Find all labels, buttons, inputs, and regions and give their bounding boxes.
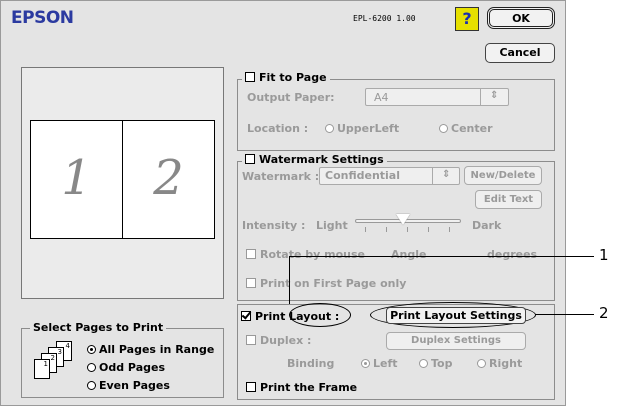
location-label: Location : [247, 122, 309, 135]
pages-stack-icon: 4 3 2 1 [34, 341, 82, 383]
radio-icon[interactable] [87, 363, 96, 372]
popup-arrows-icon: ⇕ [490, 90, 499, 101]
angle-label: Angle [391, 248, 427, 261]
cancel-button[interactable]: Cancel [485, 43, 555, 63]
fit-to-page-checkbox[interactable]: Fit to Page [242, 71, 330, 84]
location-center-radio[interactable]: Center [439, 122, 493, 135]
print-frame-checkbox[interactable]: Print the Frame [246, 381, 357, 394]
page-icon-1: 1 [34, 359, 50, 379]
intensity-dark-label: Dark [472, 219, 502, 232]
slider-tick [407, 227, 408, 232]
callout-1-number: 1 [599, 246, 609, 264]
radio-icon[interactable] [325, 124, 334, 133]
slider-tick [365, 227, 366, 232]
print-first-page-checkbox[interactable]: Print on First Page only [246, 277, 406, 290]
location-upperleft-radio[interactable]: UpperLeft [325, 122, 399, 135]
binding-right-label: Right [489, 357, 523, 370]
help-icon[interactable]: ? [455, 7, 479, 31]
popup-divider [480, 89, 481, 105]
fit-to-page-label: Fit to Page [259, 71, 327, 84]
watermark-checkbox[interactable]: Watermark Settings [242, 153, 387, 166]
output-paper-value: A4 [374, 91, 389, 104]
callout-1-line [289, 256, 594, 257]
slider-tick [449, 227, 450, 232]
all-pages-radio[interactable]: All Pages in Range [87, 343, 214, 356]
new-delete-button[interactable]: New/Delete [464, 166, 542, 185]
odd-pages-label: Odd Pages [99, 361, 165, 374]
ok-button[interactable]: OK [487, 7, 555, 29]
slider-tick [428, 227, 429, 232]
duplex-checkbox[interactable]: Duplex : [246, 334, 311, 347]
intensity-label: Intensity : [242, 219, 306, 232]
radio-selected-icon[interactable] [361, 359, 370, 368]
select-pages-title: Select Pages to Print [30, 321, 167, 334]
even-pages-radio[interactable]: Even Pages [87, 379, 170, 392]
location-center-label: Center [451, 122, 493, 135]
checkbox-checked[interactable] [241, 311, 251, 321]
odd-pages-radio[interactable]: Odd Pages [87, 361, 165, 374]
radio-icon[interactable] [477, 359, 486, 368]
slider-thumb[interactable] [395, 214, 410, 225]
binding-left-radio[interactable]: Left [361, 357, 398, 370]
popup-arrows-icon: ⇕ [442, 169, 451, 180]
checkbox-box[interactable] [246, 335, 256, 345]
binding-right-radio[interactable]: Right [477, 357, 522, 370]
intensity-light-label: Light [316, 219, 348, 232]
output-paper-label: Output Paper: [247, 91, 335, 104]
watermark-popup[interactable]: Confidential ⇕ [319, 167, 460, 185]
even-pages-label: Even Pages [99, 379, 170, 392]
callout-1-leader [289, 256, 290, 304]
watermark-value: Confidential [325, 169, 401, 182]
degrees-label: degrees [487, 248, 538, 261]
print-layout-label: Print Layout : [255, 310, 340, 323]
print-layout-settings-button[interactable]: Print Layout Settings [386, 307, 526, 324]
popup-divider [432, 168, 433, 184]
callout-2-number: 2 [599, 304, 609, 322]
callout-2-line [535, 314, 594, 315]
duplex-label: Duplex : [260, 334, 312, 347]
location-upperleft-label: UpperLeft [337, 122, 400, 135]
rotate-by-mouse-label: Rotate by mouse [260, 248, 365, 261]
output-paper-popup[interactable]: A4 ⇕ [365, 88, 509, 106]
print-first-page-label: Print on First Page only [260, 277, 407, 290]
watermark-checkbox-box[interactable] [245, 154, 255, 164]
fit-to-page-checkbox-box[interactable] [245, 72, 255, 82]
radio-selected-icon[interactable] [87, 345, 96, 354]
all-pages-label: All Pages in Range [99, 343, 215, 356]
radio-icon[interactable] [419, 359, 428, 368]
intensity-slider[interactable] [355, 213, 461, 233]
binding-top-radio[interactable]: Top [419, 357, 452, 370]
radio-icon[interactable] [439, 124, 448, 133]
checkbox-box[interactable] [246, 278, 256, 288]
radio-icon[interactable] [87, 381, 96, 390]
slider-tick [386, 227, 387, 232]
binding-top-label: Top [431, 357, 453, 370]
print-frame-label: Print the Frame [260, 381, 358, 394]
binding-left-label: Left [373, 357, 398, 370]
printer-model-label: EPL-6200 1.00 [353, 14, 416, 23]
print-layout-checkbox[interactable]: Print Layout : [241, 310, 339, 323]
checkbox-box[interactable] [246, 249, 256, 259]
preview-page-1: 1 [30, 120, 123, 239]
epson-logo: EPSON [11, 8, 74, 28]
watermark-settings-label: Watermark Settings [259, 153, 384, 166]
checkbox-box[interactable] [246, 382, 256, 392]
watermark-label: Watermark : [242, 170, 320, 183]
binding-label: Binding [287, 357, 335, 370]
epson-page-setup-dialog: EPSON EPL-6200 1.00 ? OK Cancel 1 2 Fit … [0, 0, 566, 406]
layout-preview: 1 2 [21, 67, 224, 299]
duplex-settings-button[interactable]: Duplex Settings [386, 332, 526, 350]
preview-page-2: 2 [122, 120, 215, 239]
edit-text-button[interactable]: Edit Text [475, 190, 542, 209]
rotate-by-mouse-checkbox[interactable]: Rotate by mouse [246, 248, 365, 261]
